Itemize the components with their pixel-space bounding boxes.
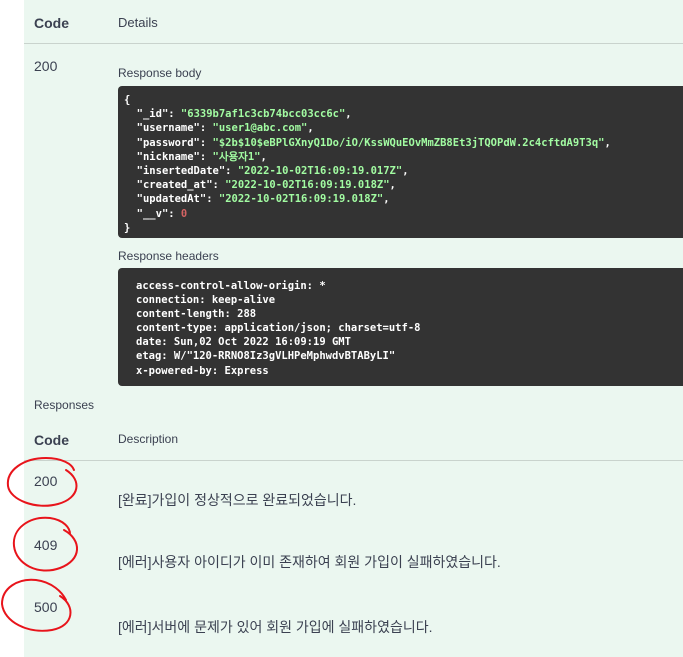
header-line: access-control-allow-origin: * [136,280,326,292]
header-code: Code [34,15,69,31]
responses-header-description: Description [118,432,179,446]
responses-title: Responses [34,398,95,412]
response-description-200: [완료]가입이 정상적으로 완료되었습니다. [118,492,357,508]
response-headers-label: Response headers [118,249,219,263]
response-description-500: [에러]서버에 문제가 있어 회원 가입에 실패하였습니다. [118,619,433,635]
header-line: date: Sun,02 Oct 2022 16:09:19 GMT [136,336,351,349]
responses-header-code: Code [34,432,69,448]
header-divider [24,43,683,44]
header-line: connection: keep-alive [136,294,276,307]
header-line: x-powered-by: Express [136,364,269,377]
response-code-200: 200 [34,473,58,489]
header-line: content-length: 288 [136,308,257,321]
responses-divider [24,460,683,461]
response-description-409: [에러]사용자 아이디가 이미 존재하여 회원 가입이 실패하였습니다. [118,554,501,570]
header-line: etag: W/"120-RRNO8Iz3gVLHPeMphwdvBTAByLI… [136,350,396,363]
header-line: content-type: application/json; charset=… [136,322,421,335]
response-code-409: 409 [34,537,58,553]
response-headers-code[interactable]: access-control-allow-origin: * connectio… [118,268,683,386]
response-status-code: 200 [34,58,58,74]
response-body-label: Response body [118,66,202,80]
response-body-code[interactable]: { "_id": "6339b7af1c3cb74bcc03cc6c", "us… [118,86,683,238]
header-details: Details [118,15,158,30]
response-code-500: 500 [34,599,58,615]
page: Code Details 200 Response body { "_id": … [0,0,683,657]
